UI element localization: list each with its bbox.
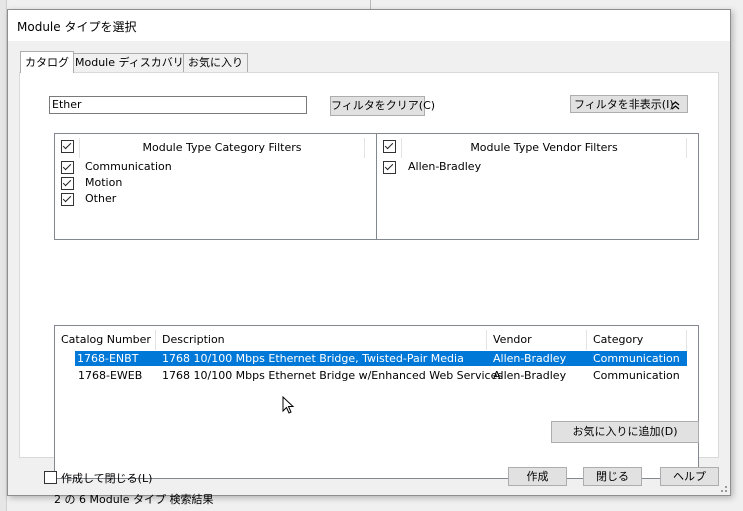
checkbox-other[interactable] xyxy=(61,193,74,206)
column-header-category[interactable]: Category xyxy=(587,330,687,350)
hide-filter-button[interactable]: フィルタを非表示(I) xyxy=(570,95,688,113)
search-input[interactable] xyxy=(49,96,307,114)
vendor-header-check-cell xyxy=(377,138,402,158)
vendor-header-checkbox[interactable] xyxy=(383,140,396,153)
filter-label-other: Other xyxy=(85,192,117,205)
cell-vendor: Allen-Bradley xyxy=(493,369,567,382)
filter-label-motion: Motion xyxy=(85,176,123,189)
catalog-tab-panel: フィルタをクリア(C) フィルタを非表示(I) Module Type Cate… xyxy=(19,72,719,506)
cell-category: Communication xyxy=(593,369,680,382)
cell-category: Communication xyxy=(593,352,680,365)
background-window-edge xyxy=(0,0,7,511)
create-and-close-checkbox[interactable] xyxy=(44,471,57,484)
close-button[interactable]: 閉じる xyxy=(583,467,642,486)
vendor-filter-list: Module Type Vendor Filters Allen-Bradley xyxy=(376,133,699,240)
category-filter-header: Module Type Category Filters xyxy=(80,138,365,158)
checkbox-communication[interactable] xyxy=(61,161,74,174)
category-header-checkbox[interactable] xyxy=(61,140,74,153)
title-bar[interactable]: Module タイプを選択 xyxy=(8,10,730,41)
tab-module-discovery[interactable]: Module ディスカバリー xyxy=(70,53,200,72)
filter-label-communication: Communication xyxy=(85,160,172,173)
checkbox-motion[interactable] xyxy=(61,177,74,190)
checkbox-allen-bradley[interactable] xyxy=(383,161,396,174)
create-button[interactable]: 作成 xyxy=(508,467,567,486)
category-header-check-cell xyxy=(55,138,80,158)
cell-catalog: 1768-EWEB xyxy=(78,369,143,382)
vendor-filter-header: Module Type Vendor Filters xyxy=(402,138,687,158)
mouse-pointer-icon xyxy=(282,396,295,414)
cell-description: 1768 10/100 Mbps Ethernet Bridge, Twiste… xyxy=(162,352,464,365)
filter-label-allen-bradley: Allen-Bradley xyxy=(408,160,482,173)
column-header-description[interactable]: Description xyxy=(156,330,487,350)
create-and-close-label: 作成して閉じる(L) xyxy=(61,472,153,485)
column-header-vendor[interactable]: Vendor xyxy=(487,330,587,350)
select-module-type-dialog: Module タイプを選択 カタログ Module ディスカバリー お気に入り … xyxy=(7,9,731,506)
clear-filter-button[interactable]: フィルタをクリア(C) xyxy=(330,96,435,116)
help-button[interactable]: ヘルプ xyxy=(660,467,719,486)
resize-grip-icon[interactable] xyxy=(717,482,727,492)
table-row[interactable]: 1768-ENBT 1768 10/100 Mbps Ethernet Brid… xyxy=(55,351,698,366)
cell-catalog: 1768-ENBT xyxy=(77,352,139,365)
cell-vendor: Allen-Bradley xyxy=(493,352,567,365)
cell-description: 1768 10/100 Mbps Ethernet Bridge w/Enhan… xyxy=(162,369,504,382)
category-filter-list: Module Type Category Filters Communicati… xyxy=(54,133,377,240)
dialog-title: Module タイプを選択 xyxy=(17,20,137,34)
tab-catalog[interactable]: カタログ xyxy=(20,51,74,73)
results-count: 2 の 6 Module タイプ 検索結果 xyxy=(54,493,214,506)
add-to-favorites-button[interactable]: お気に入りに追加(D) xyxy=(551,421,699,443)
table-row[interactable]: 1768-EWEB 1768 10/100 Mbps Ethernet Brid… xyxy=(55,368,698,383)
double-chevron-up-icon xyxy=(671,101,680,110)
tab-favorites[interactable]: お気に入り xyxy=(183,53,248,72)
column-header-catalog-number[interactable]: Catalog Number xyxy=(55,330,156,350)
results-list[interactable]: Catalog Number Description Vendor Catego… xyxy=(54,325,699,479)
hide-filter-label: フィルタを非表示(I) xyxy=(574,98,674,111)
